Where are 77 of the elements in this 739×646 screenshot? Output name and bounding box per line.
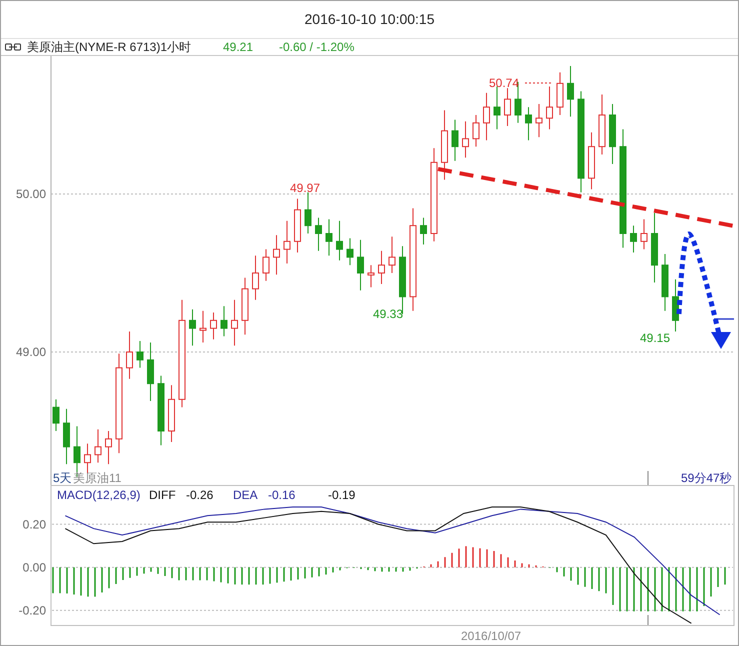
candle bbox=[231, 299, 238, 346]
candle bbox=[315, 217, 322, 252]
candle bbox=[158, 375, 164, 446]
price-annotation: 49.33 bbox=[373, 306, 404, 321]
macd-axis-label: 0.20 bbox=[22, 516, 46, 531]
candle bbox=[346, 238, 354, 266]
series-label: 美原油11 bbox=[73, 470, 122, 484]
candle bbox=[294, 198, 301, 253]
candle bbox=[357, 239, 364, 291]
candle bbox=[546, 86, 553, 130]
candle bbox=[273, 234, 280, 275]
candle bbox=[189, 308, 196, 346]
candle bbox=[147, 342, 154, 402]
candle bbox=[662, 253, 668, 312]
candle bbox=[525, 106, 532, 141]
candle bbox=[640, 218, 648, 250]
diff-label: DIFF bbox=[149, 488, 176, 502]
candle bbox=[94, 428, 102, 463]
macd-value: -0.19 bbox=[328, 488, 356, 502]
candle bbox=[126, 330, 133, 380]
candle bbox=[630, 224, 637, 253]
candle bbox=[420, 217, 427, 245]
candle bbox=[336, 220, 343, 261]
macd-axis-label: 0.00 bbox=[22, 560, 46, 574]
candle bbox=[462, 120, 469, 158]
candle bbox=[472, 114, 480, 147]
chart-timestamp: 2016-10-10 10:00:15 bbox=[304, 10, 434, 29]
candle bbox=[609, 103, 616, 164]
candle bbox=[556, 72, 564, 116]
price-change: -0.60 / -1.20% bbox=[279, 38, 354, 56]
price-axis-label: 49.00 bbox=[16, 344, 46, 359]
instrument-name: 美原油主(NYME-R 6713)1小时 bbox=[27, 38, 192, 56]
last-price: 49.21 bbox=[223, 38, 254, 56]
candle bbox=[136, 340, 144, 368]
macd-axis-label: -0.20 bbox=[18, 602, 46, 617]
price-axis-label: 50.00 bbox=[16, 186, 46, 201]
candle bbox=[52, 398, 60, 432]
candle bbox=[105, 430, 112, 465]
candle bbox=[567, 65, 574, 117]
candle bbox=[252, 255, 259, 300]
candle bbox=[388, 236, 396, 274]
candle bbox=[598, 94, 606, 155]
candle bbox=[672, 278, 679, 332]
candle bbox=[452, 119, 458, 162]
candle bbox=[220, 306, 228, 337]
candle bbox=[63, 408, 70, 465]
candle bbox=[651, 212, 658, 283]
candle bbox=[168, 384, 175, 442]
candle bbox=[284, 220, 290, 264]
dea-label: DEA bbox=[233, 488, 258, 502]
candle bbox=[84, 443, 91, 474]
candle bbox=[200, 310, 206, 343]
candle bbox=[483, 92, 490, 141]
candle bbox=[588, 132, 595, 190]
candle bbox=[378, 250, 385, 284]
dea-value: -0.16 bbox=[268, 488, 296, 502]
link-icon[interactable] bbox=[5, 42, 21, 51]
candle bbox=[210, 312, 217, 340]
candle bbox=[262, 248, 270, 282]
period-label: 5天 bbox=[53, 470, 72, 484]
date-axis-label: 2016/10/07 bbox=[461, 628, 522, 642]
bar-countdown: 59分47秒 bbox=[681, 470, 732, 484]
leader-line bbox=[524, 82, 552, 84]
candle bbox=[242, 277, 248, 335]
price-annotation: 50.74 bbox=[489, 76, 520, 90]
price-level-line bbox=[714, 318, 734, 320]
price-annotation: 49.15 bbox=[640, 330, 670, 345]
price-annotation: 49.97 bbox=[290, 180, 320, 195]
candle bbox=[326, 218, 332, 256]
macd-name: MACD(12,26,9) bbox=[57, 488, 140, 502]
candle bbox=[441, 110, 448, 180]
candle bbox=[304, 192, 312, 234]
candle bbox=[494, 86, 500, 130]
candle bbox=[536, 103, 542, 138]
diff-value: -0.26 bbox=[186, 488, 214, 502]
candle bbox=[368, 264, 374, 288]
candle bbox=[504, 88, 511, 126]
